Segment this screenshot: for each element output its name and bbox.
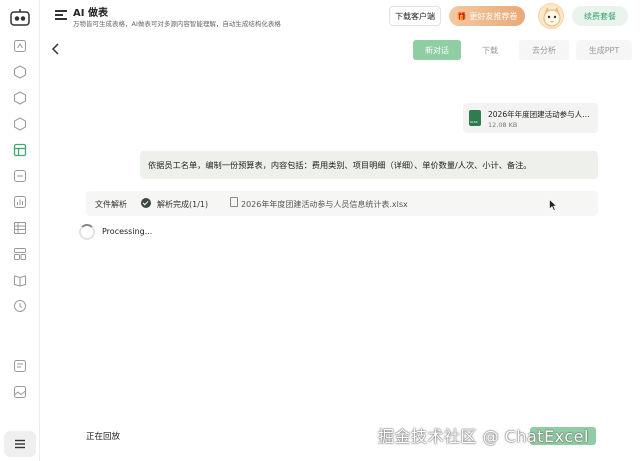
loading-spinner-icon [79,224,95,240]
sidebar-item-layout[interactable] [10,244,30,264]
sidebar-item-book[interactable] [10,270,30,290]
sidebar-item-home[interactable] [10,36,30,56]
file-size: 12.08 KB [488,121,518,129]
database-icon [14,170,26,182]
mouse-cursor-icon [549,199,557,211]
sidebar [0,0,40,461]
sidebar-item-history[interactable] [10,296,30,316]
parsed-file-name[interactable]: 2026年年度团建活动参与人员信息统计表.xlsx [241,199,408,210]
bar-chart-icon [14,196,26,208]
excel-file-icon: XLSX [469,110,481,126]
replay-status: 正在回放 [86,432,121,442]
sidebar-item-database[interactable] [10,166,30,186]
referral-coupon-button[interactable]: 🎁 更好友推荐卷 [449,6,525,26]
download-client-button[interactable]: 下载客户端 [389,6,441,26]
table-icon [13,143,27,157]
cat-avatar-icon [543,7,561,27]
tab-analyze[interactable]: 去分析 [519,40,569,60]
app-window: AI 做表 万物皆可生成表格，AI做表可对多源内容智能理解，自动生成结构化表格 … [0,0,640,461]
back-arrow-icon[interactable] [51,43,61,55]
tab-new-chat[interactable]: 新对话 [413,40,461,60]
referral-coupon-label: 更好友推荐卷 [469,11,518,21]
grid-icon [14,222,26,234]
tab-download[interactable]: 下载 [470,40,510,60]
sidebar-item-files[interactable] [10,356,30,376]
sidebar-item-chart[interactable] [10,192,30,212]
tab-generate-ppt[interactable]: 生成PPT [576,40,632,60]
user-message: 依据员工名单，编制一份预算表，内容包括：费用类别、项目明细（详细）、单价数量/人… [140,151,598,179]
document-icon [230,197,238,207]
watermark: 掘金技术社区 @ ChatExcel [378,427,589,446]
hexagon-icon [14,91,26,105]
image-icon [14,386,26,398]
home-icon [14,40,26,52]
clock-icon [14,300,26,312]
sidebar-item-image[interactable] [10,382,30,402]
hexagon-icon [14,117,26,131]
uploaded-file-card[interactable]: XLSX 2026年年度团建活动参与人员信息统计表.xlsx 12.08 KB [463,103,598,133]
sidebar-item-ai-c[interactable] [10,114,30,134]
page-title: AI 做表 [73,8,108,19]
renew-plan-button[interactable]: 续费套餐 [572,6,628,26]
book-icon [14,275,26,287]
sidebar-item-sheet[interactable] [10,218,30,238]
header: AI 做表 万物皆可生成表格，AI做表可对多源内容智能理解，自动生成结构化表格 … [40,0,640,34]
file-icon [14,360,26,372]
avatar[interactable] [538,3,564,29]
page-subtitle: 万物皆可生成表格，AI做表可对多源内容智能理解，自动生成结构化表格 [73,20,281,28]
parse-label: 文件解析 [95,200,127,209]
hamburger-icon[interactable] [55,10,67,20]
file-parse-bar: 文件解析 解析完成(1/1) 2026年年度团建活动参与人员信息统计表.xlsx [86,191,598,216]
sidebar-item-ai-table[interactable] [10,140,30,160]
sidebar-menu-button[interactable] [4,431,36,457]
sidebar-item-ai-a[interactable] [10,62,30,82]
file-ext-label: XLSX [470,120,478,124]
sidebar-item-ai-b[interactable] [10,88,30,108]
parse-status: 解析完成(1/1) [157,200,209,209]
robot-logo-icon[interactable] [9,7,31,27]
menu-icon [15,439,25,449]
file-name: 2026年年度团建活动参与人员信息统计表.xlsx [488,110,592,119]
hexagon-icon [14,65,26,79]
processing-text: Processing... [102,227,153,236]
layout-icon [14,248,26,260]
check-circle-icon [141,198,151,208]
gift-icon: 🎁 [456,11,467,21]
